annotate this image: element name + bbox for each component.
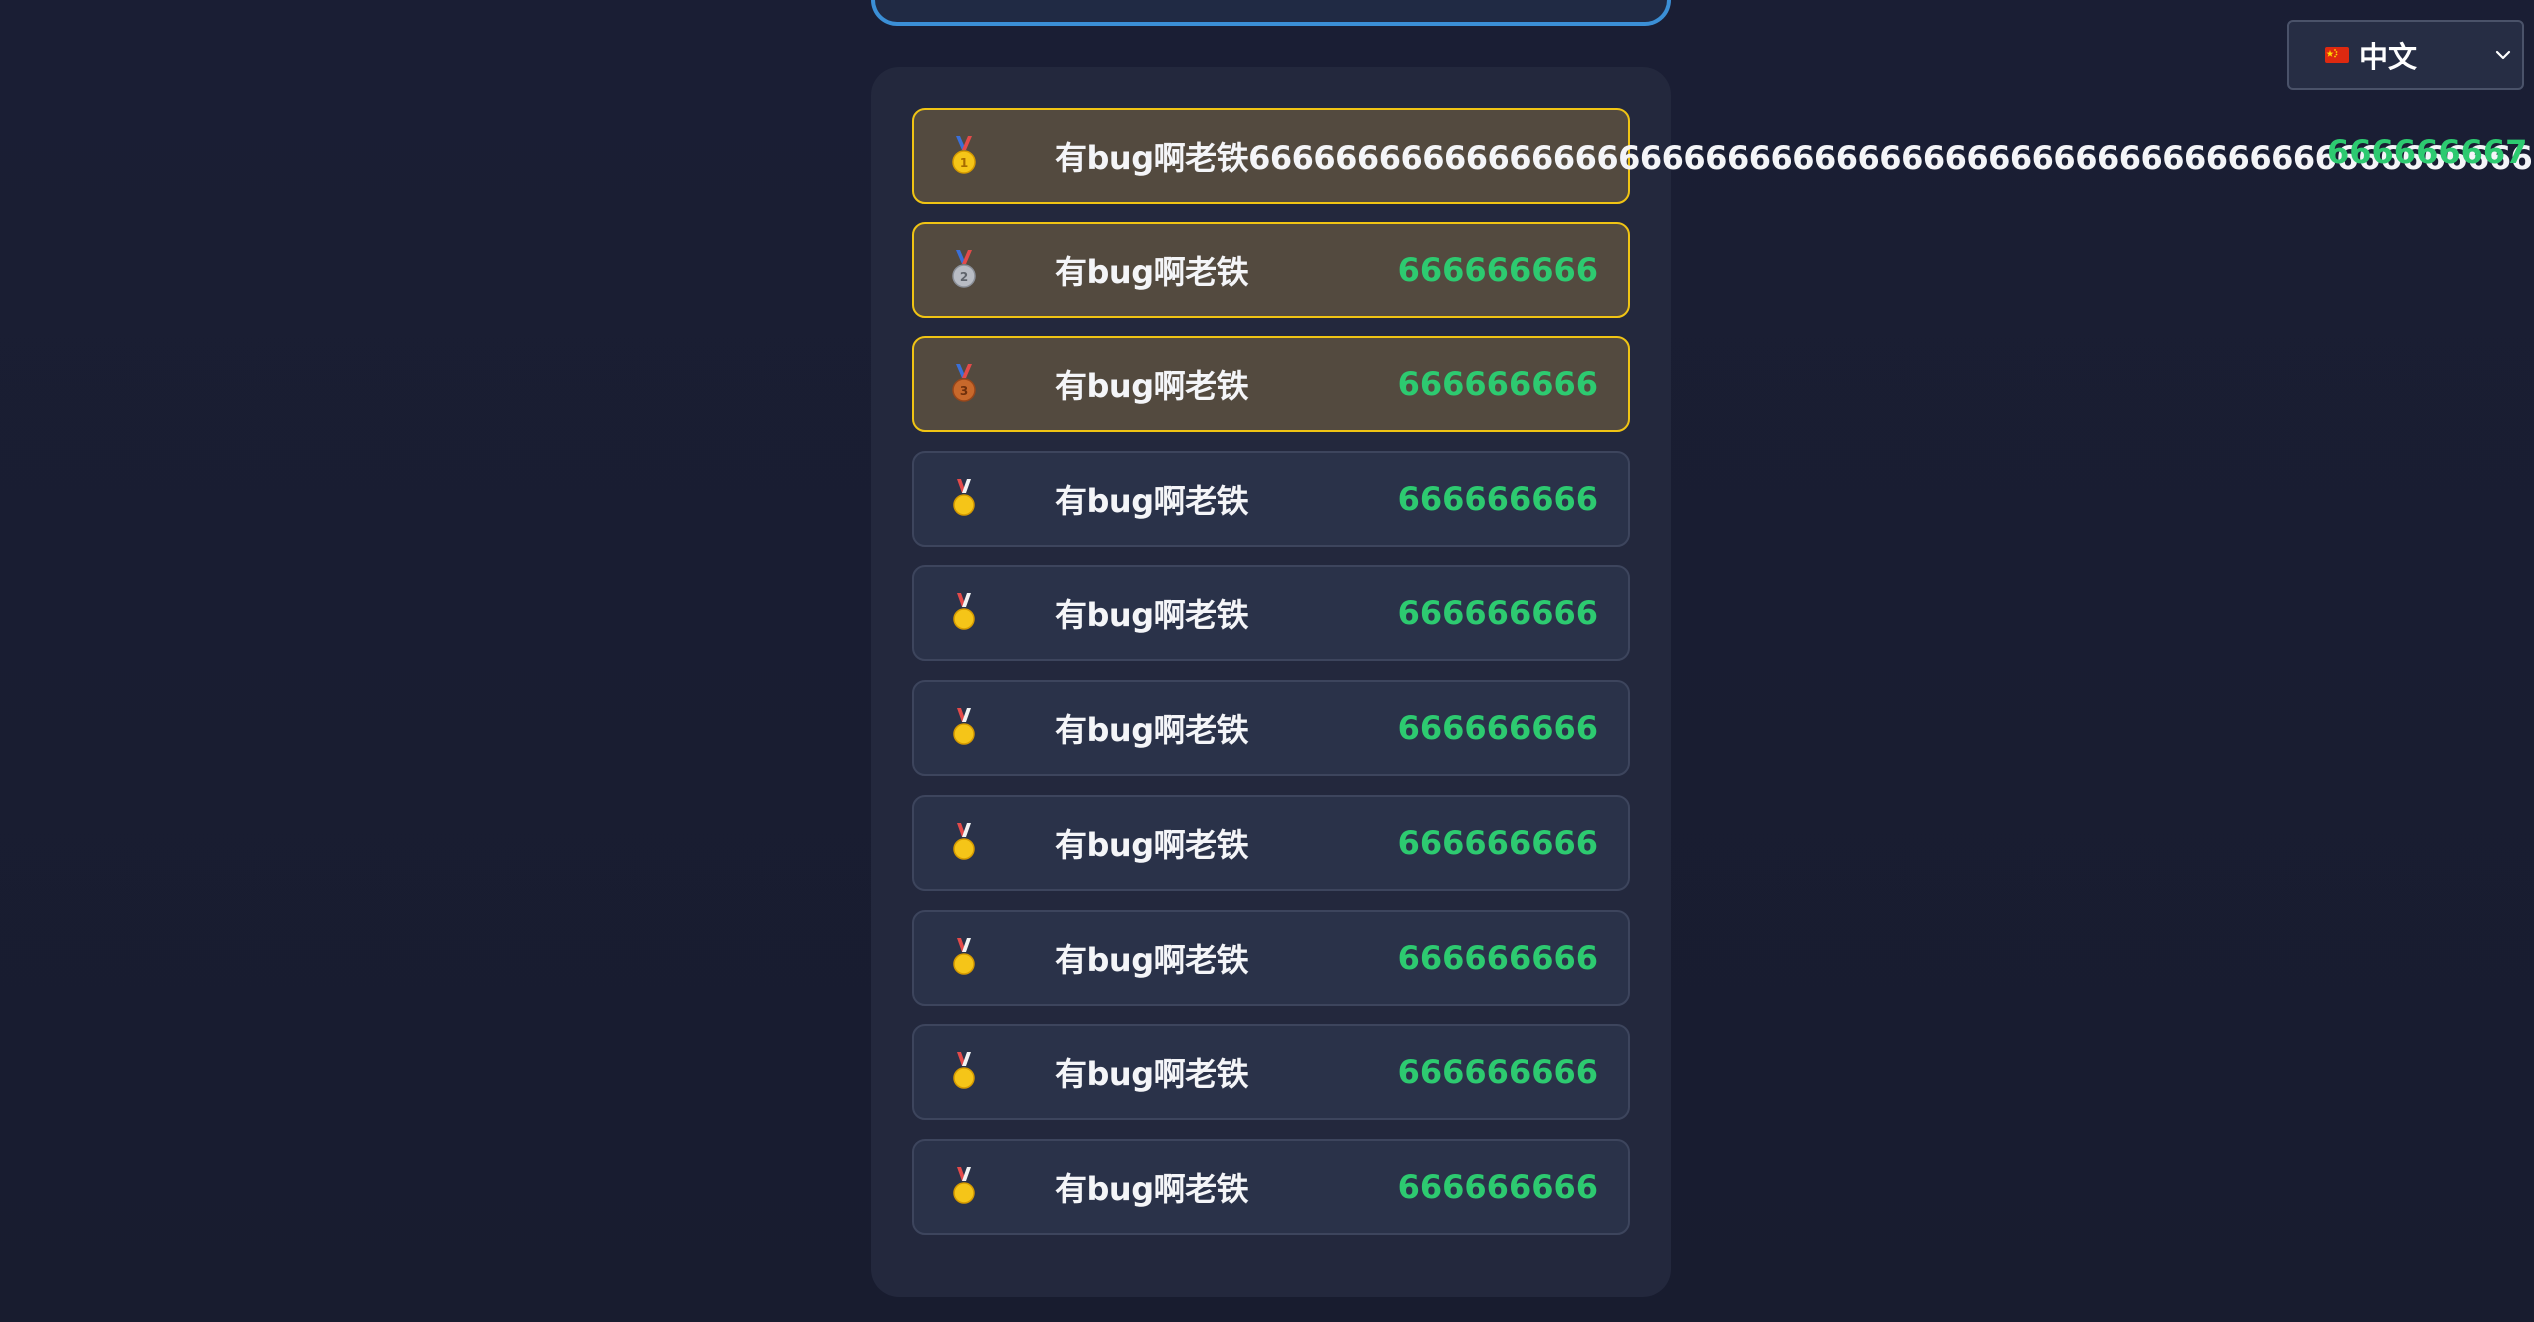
player-score: 666666666 (1397, 594, 1598, 632)
sports-medal-icon (953, 479, 975, 516)
silver-medal-2-icon: 2 (952, 250, 976, 288)
leaderboard-row-2: 2 有bug啊老铁 666666666 (912, 222, 1630, 318)
leaderboard-row-4: 有bug啊老铁 666666666 (912, 451, 1630, 547)
gold-medal-1-icon: 1 (952, 136, 976, 174)
top-input-panel (871, 0, 1671, 26)
leaderboard-row-6: 有bug啊老铁 666666666 (912, 680, 1630, 776)
player-name: 有bug啊老铁666666666666666666666666666666666… (1055, 139, 2533, 177)
player-score: 666666666 (1397, 824, 1598, 862)
player-score: 666666667 (2327, 133, 2528, 171)
sports-medal-icon (953, 1167, 975, 1204)
leaderboard-row-3: 3 有bug啊老铁 666666666 (912, 336, 1630, 432)
player-name: 有bug啊老铁 (1055, 941, 1249, 979)
sports-medal-icon (953, 1052, 975, 1089)
svg-text:1: 1 (960, 156, 968, 170)
player-score: 666666666 (1397, 1053, 1598, 1091)
leaderboard-row-1: 1 有bug啊老铁6666666666666666666666666666666… (912, 108, 2533, 204)
language-select[interactable]: 中文 (2287, 20, 2524, 90)
player-score: 666666666 (1397, 939, 1598, 977)
leaderboard-page: 1 有bug啊老铁6666666666666666666666666666666… (0, 0, 2534, 1322)
leaderboard-row-5: 有bug啊老铁 666666666 (912, 565, 1630, 661)
player-name: 有bug啊老铁 (1055, 1055, 1249, 1093)
china-flag-icon (2325, 47, 2349, 63)
svg-text:3: 3 (960, 384, 968, 398)
language-select-value: 中文 (2359, 40, 2418, 74)
leaderboard-row-8: 有bug啊老铁 666666666 (912, 910, 1630, 1006)
leaderboard-panel: 1 有bug啊老铁6666666666666666666666666666666… (871, 67, 2533, 1297)
leaderboard-row-7: 有bug啊老铁 666666666 (912, 795, 1630, 891)
player-name: 有bug啊老铁 (1055, 1170, 1249, 1208)
player-name: 有bug啊老铁 (1055, 826, 1249, 864)
leaderboard-row-10: 有bug啊老铁 666666666 (912, 1139, 1630, 1235)
player-name: 有bug啊老铁 (1055, 711, 1249, 749)
sports-medal-icon (953, 938, 975, 975)
player-name: 有bug啊老铁 (1055, 367, 1249, 405)
leaderboard-row-9: 有bug啊老铁 666666666 (912, 1024, 1630, 1120)
sports-medal-icon (953, 708, 975, 745)
sports-medal-icon (953, 823, 975, 860)
player-name: 有bug啊老铁 (1055, 482, 1249, 520)
player-score: 666666666 (1397, 1168, 1598, 1206)
player-score: 666666666 (1397, 251, 1598, 289)
player-score: 666666666 (1397, 709, 1598, 747)
bronze-medal-3-icon: 3 (952, 364, 976, 402)
player-name: 有bug啊老铁 (1055, 596, 1249, 634)
player-name: 有bug啊老铁 (1055, 253, 1249, 291)
player-score: 666666666 (1397, 480, 1598, 518)
svg-text:2: 2 (960, 270, 968, 284)
chevron-down-icon (2495, 50, 2511, 60)
player-score: 666666666 (1397, 365, 1598, 403)
sports-medal-icon (953, 593, 975, 630)
